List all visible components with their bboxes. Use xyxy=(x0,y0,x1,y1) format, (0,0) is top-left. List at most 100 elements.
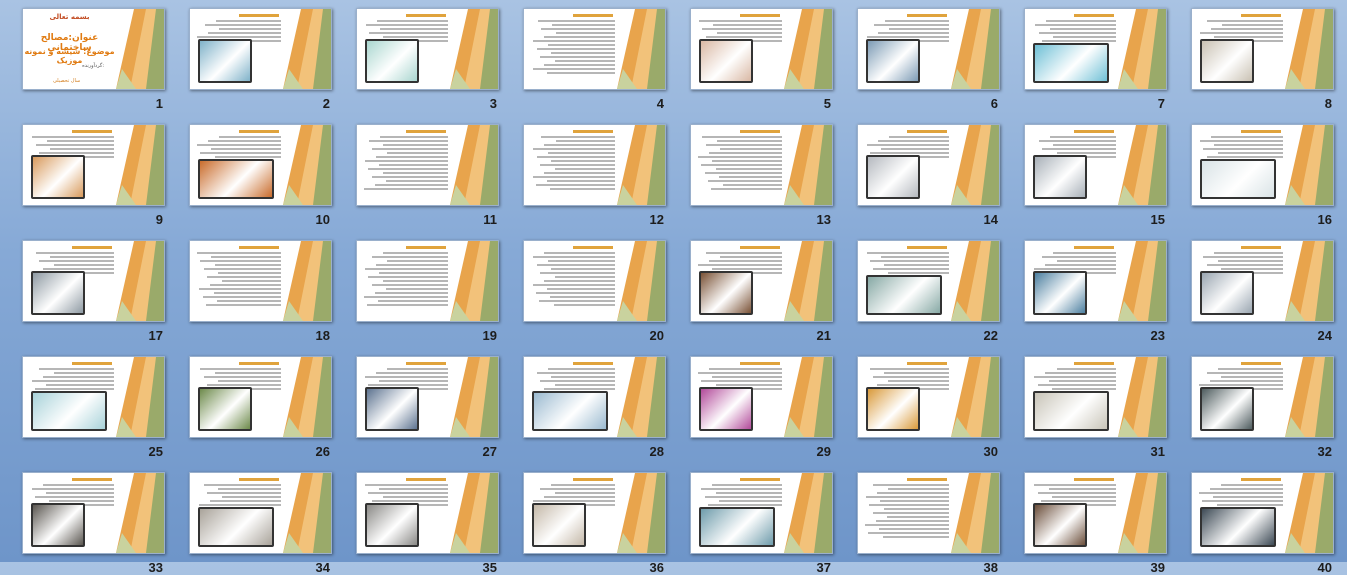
slide-decoration xyxy=(1118,125,1166,205)
slide-heading-mark xyxy=(907,478,947,481)
slide-thumbnail[interactable] xyxy=(1191,472,1334,554)
slide-decoration xyxy=(116,9,164,89)
slide-thumbnail[interactable] xyxy=(356,240,499,322)
slide-thumbnail[interactable] xyxy=(189,8,332,90)
slide-decoration xyxy=(617,473,665,553)
slide-thumbnail[interactable] xyxy=(1024,124,1167,206)
slide-thumbnail[interactable] xyxy=(356,124,499,206)
slide-heading-mark xyxy=(740,246,780,249)
slide-thumbnail[interactable] xyxy=(189,356,332,438)
slide-text-block xyxy=(530,136,615,192)
slide-decoration xyxy=(283,9,331,89)
slide-thumbnail[interactable] xyxy=(690,8,833,90)
slide-thumbnail[interactable] xyxy=(1191,240,1334,322)
slide-thumbnail[interactable] xyxy=(857,240,1000,322)
slide-image xyxy=(31,271,85,315)
slide-thumbnail[interactable] xyxy=(1191,8,1334,90)
slide-thumbnail[interactable] xyxy=(189,240,332,322)
slide-thumbnail[interactable] xyxy=(22,472,165,554)
slide-number: 40 xyxy=(1317,560,1332,575)
slide-thumbnail[interactable] xyxy=(523,240,666,322)
slide-image xyxy=(699,387,753,431)
slide-thumbnail[interactable] xyxy=(857,124,1000,206)
slide-thumbnail[interactable] xyxy=(356,472,499,554)
slide-image xyxy=(1033,271,1087,315)
slide-thumbnail[interactable] xyxy=(1024,8,1167,90)
slide-heading-mark xyxy=(406,14,446,17)
slide-thumbnail[interactable] xyxy=(189,472,332,554)
slide-number: 26 xyxy=(315,444,330,459)
slide-decoration xyxy=(1285,125,1333,205)
slide-heading-mark xyxy=(406,130,446,133)
slide-text-block xyxy=(1031,368,1116,392)
slide-heading-mark xyxy=(1074,246,1114,249)
title-slide-heading: بسمه تعالی xyxy=(49,13,90,21)
slide-thumbnail[interactable] xyxy=(857,8,1000,90)
slide-thumbnail[interactable] xyxy=(523,8,666,90)
slide-decoration xyxy=(784,125,832,205)
slide-decoration xyxy=(951,241,999,321)
slide-heading-mark xyxy=(740,362,780,365)
slide-text-block xyxy=(864,252,949,276)
slide-thumbnail[interactable] xyxy=(690,472,833,554)
slide-thumbnail[interactable] xyxy=(690,240,833,322)
slide-thumbnail[interactable] xyxy=(523,356,666,438)
slide-thumbnail[interactable] xyxy=(523,472,666,554)
slide-number: 23 xyxy=(1150,328,1165,343)
slide-decoration xyxy=(450,473,498,553)
slide-thumbnail[interactable] xyxy=(189,124,332,206)
slide-thumbnail[interactable] xyxy=(523,124,666,206)
slide-text-block xyxy=(29,368,114,392)
slide-heading-mark xyxy=(1074,478,1114,481)
slide-heading-mark xyxy=(72,478,112,481)
slide-text-block xyxy=(697,136,782,192)
slide-heading-mark xyxy=(907,246,947,249)
slide-image xyxy=(365,39,419,83)
slide-decoration xyxy=(951,9,999,89)
slide-number: 32 xyxy=(1317,444,1332,459)
slide-image xyxy=(866,39,920,83)
slide-heading-mark xyxy=(573,362,613,365)
slide-number: 7 xyxy=(1157,96,1165,111)
slide-decoration xyxy=(1118,241,1166,321)
slide-number: 31 xyxy=(1150,444,1165,459)
slide-thumbnail[interactable]: بسمه تعالی عنوان:مصالح ساختمانی موضوع: شیش… xyxy=(22,8,165,90)
slide-thumbnail[interactable] xyxy=(690,356,833,438)
slide-thumbnail[interactable] xyxy=(1024,240,1167,322)
slide-heading-mark xyxy=(573,246,613,249)
slide-decoration xyxy=(617,357,665,437)
slide-number: 37 xyxy=(816,560,831,575)
slide-number: 3 xyxy=(489,96,497,111)
slide-image xyxy=(866,155,920,199)
slide-thumbnail[interactable] xyxy=(22,240,165,322)
slide-thumbnail[interactable] xyxy=(1191,356,1334,438)
slide-image xyxy=(1200,39,1254,83)
slide-thumbnail[interactable] xyxy=(857,356,1000,438)
slide-text-block xyxy=(363,136,448,192)
slide-decoration xyxy=(283,473,331,553)
slide-image xyxy=(1033,43,1109,83)
slide-heading-mark xyxy=(1241,130,1281,133)
slide-decoration xyxy=(283,241,331,321)
slide-number: 17 xyxy=(148,328,163,343)
slide-number: 25 xyxy=(148,444,163,459)
slide-thumbnail[interactable] xyxy=(690,124,833,206)
slide-thumbnail[interactable] xyxy=(356,356,499,438)
slide-decoration xyxy=(784,357,832,437)
slide-thumbnail[interactable] xyxy=(22,356,165,438)
slide-thumbnail[interactable] xyxy=(356,8,499,90)
slide-decoration xyxy=(283,125,331,205)
slide-decoration xyxy=(784,9,832,89)
slide-thumbnail[interactable] xyxy=(1191,124,1334,206)
slide-number: 38 xyxy=(983,560,998,575)
slide-thumbnail[interactable] xyxy=(857,472,1000,554)
slide-decoration xyxy=(1285,9,1333,89)
slide-number: 18 xyxy=(315,328,330,343)
slide-decoration xyxy=(951,125,999,205)
slide-heading-mark xyxy=(573,478,613,481)
slide-thumbnail[interactable] xyxy=(22,124,165,206)
slide-number: 9 xyxy=(155,212,163,227)
slide-thumbnail[interactable] xyxy=(1024,472,1167,554)
slide-number: 28 xyxy=(649,444,664,459)
slide-thumbnail[interactable] xyxy=(1024,356,1167,438)
